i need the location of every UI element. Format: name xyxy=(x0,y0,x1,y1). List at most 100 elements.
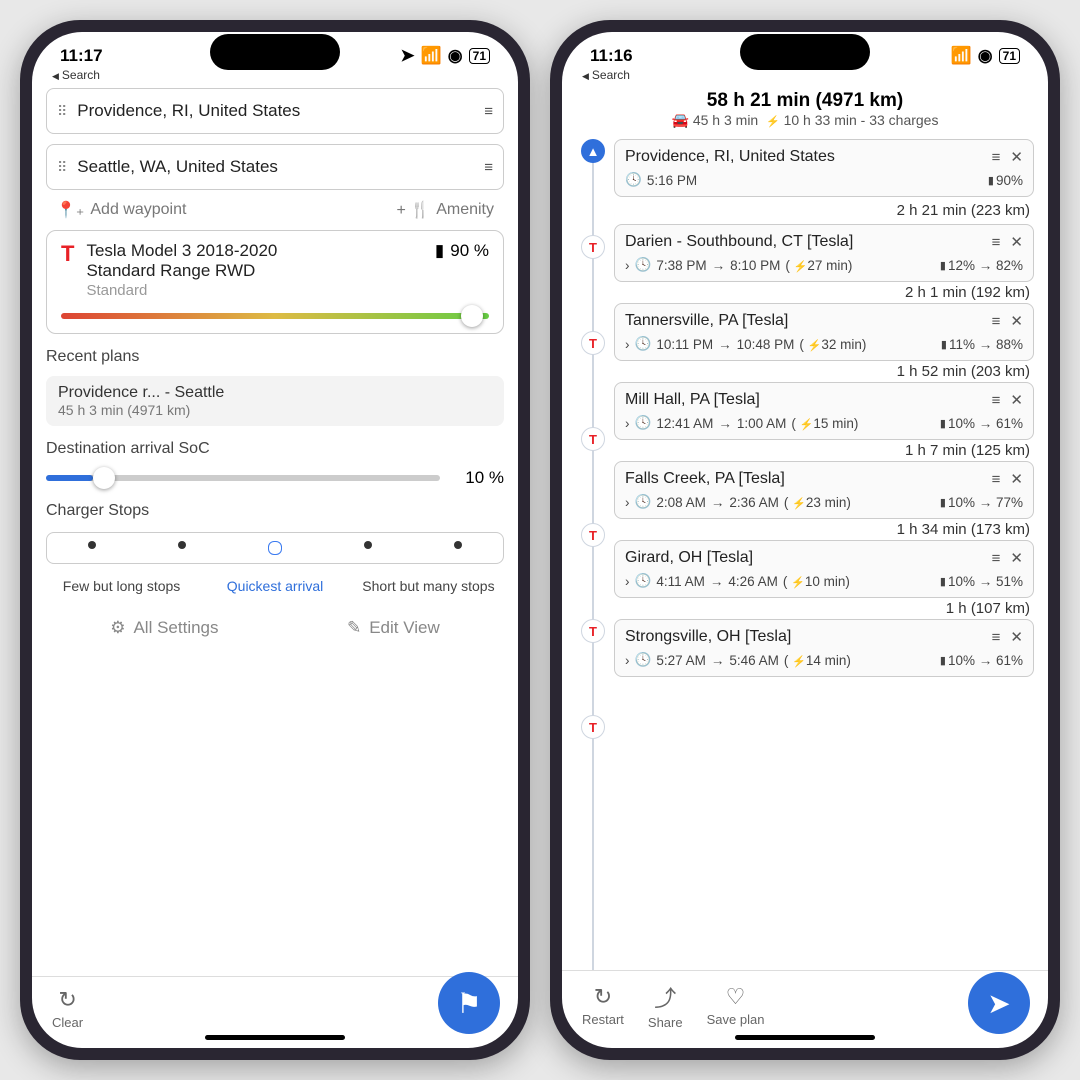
status-time: 11:16 xyxy=(590,46,633,66)
close-icon[interactable]: ✕ xyxy=(1010,233,1023,251)
stop-card[interactable]: Girard, OH [Tesla]≡✕›🕓4:11 AM→4:26 AM( 1… xyxy=(614,540,1034,598)
sliders-icon[interactable]: ≡ xyxy=(992,392,1001,409)
stop-card[interactable]: Falls Creek, PA [Tesla]≡✕›🕓2:08 AM→2:36 … xyxy=(614,461,1034,519)
battery-icon: 71 xyxy=(999,48,1020,64)
close-icon[interactable]: ✕ xyxy=(1010,391,1023,409)
clock-icon: 🕓 xyxy=(635,573,652,589)
close-icon[interactable]: ✕ xyxy=(1010,312,1023,330)
vehicle-name-l1: Tesla Model 3 2018-2020 xyxy=(86,241,422,261)
sliders-icon[interactable]: ≡ xyxy=(992,234,1001,251)
stop-card[interactable]: Mill Hall, PA [Tesla]≡✕›🕓12:41 AM→1:00 A… xyxy=(614,382,1034,440)
bolt-icon xyxy=(791,574,805,589)
chevron-right-icon[interactable]: › xyxy=(625,653,630,668)
vehicle-card[interactable]: T Tesla Model 3 2018-2020 Standard Range… xyxy=(46,230,504,334)
stop-card[interactable]: Strongsville, OH [Tesla]≡✕›🕓5:27 AM→5:46… xyxy=(614,619,1034,677)
timeline-charger-icon: T xyxy=(581,331,605,355)
battery-icon xyxy=(988,173,996,188)
slider-thumb[interactable] xyxy=(461,305,483,327)
depart-time: 8:10 PM xyxy=(730,258,780,273)
timeline-charger-icon: T xyxy=(581,235,605,259)
amenity-icon: + 🍴 xyxy=(396,200,430,220)
sliders-icon[interactable]: ≡ xyxy=(992,313,1001,330)
share-button[interactable]: ⤴ Share xyxy=(648,981,683,1030)
depart-time: 4:26 AM xyxy=(728,574,778,589)
share-icon: ⤴ xyxy=(654,981,676,1013)
segment-option[interactable] xyxy=(454,541,462,549)
close-icon[interactable]: ✕ xyxy=(1010,549,1023,567)
car-icon: 🚘 xyxy=(672,112,689,128)
all-settings-button[interactable]: ⚙ All Settings xyxy=(110,618,218,638)
summary-total: 58 h 21 min (4971 km) xyxy=(562,90,1048,112)
restart-icon: ↻ xyxy=(58,987,76,1013)
heart-icon: ♡ xyxy=(726,984,746,1010)
status-time: 11:17 xyxy=(60,46,103,66)
close-icon[interactable]: ✕ xyxy=(1010,470,1023,488)
sliders-icon[interactable]: ≡ xyxy=(992,471,1001,488)
close-icon[interactable]: ✕ xyxy=(1010,628,1023,646)
depart-pct: 90% xyxy=(996,173,1023,188)
stop-card[interactable]: Darien - Southbound, CT [Tesla]≡✕›🕓7:38 … xyxy=(614,224,1034,282)
sliders-icon[interactable]: ≡ xyxy=(992,550,1001,567)
clock-icon: 🕓 xyxy=(635,494,652,510)
recent-plan-card[interactable]: Providence r... - Seattle 45 h 3 min (49… xyxy=(46,376,504,426)
destination-text: Seattle, WA, United States xyxy=(77,157,474,177)
add-amenity-button[interactable]: + 🍴 Amenity xyxy=(396,200,494,220)
destination-row[interactable]: ⠿ Seattle, WA, United States ≡ xyxy=(46,144,504,190)
bolt-icon xyxy=(792,495,806,510)
depart-time: 2:36 AM xyxy=(729,495,779,510)
segment-option[interactable] xyxy=(178,541,186,549)
origin-row[interactable]: ⠿ Providence, RI, United States ≡ xyxy=(46,88,504,134)
battery-icon xyxy=(940,416,948,431)
leg-info: 1 h 34 min (173 km) xyxy=(614,519,1034,540)
chevron-right-icon[interactable]: › xyxy=(625,574,630,589)
sliders-icon[interactable]: ≡ xyxy=(484,159,493,176)
add-waypoint-button[interactable]: 📍₊ Add waypoint xyxy=(56,200,186,220)
arrive-time: 7:38 PM xyxy=(656,258,706,273)
notch xyxy=(210,34,340,70)
charger-stops-segment[interactable] xyxy=(46,532,504,564)
signal-icon: 📶 xyxy=(951,46,972,66)
home-indicator[interactable] xyxy=(735,1035,875,1040)
stop-name: Strongsville, OH [Tesla] xyxy=(625,628,982,646)
save-plan-button[interactable]: ♡ Save plan xyxy=(707,984,765,1027)
slider-thumb[interactable] xyxy=(93,467,115,489)
chevron-right-icon[interactable]: › xyxy=(625,337,630,352)
arrival-soc-slider[interactable] xyxy=(46,475,440,481)
back-to-search[interactable]: Search xyxy=(32,68,518,88)
battery-icon: 71 xyxy=(469,48,490,64)
clock-icon: 🕓 xyxy=(635,415,652,431)
soc-slider[interactable] xyxy=(61,313,489,319)
stop-card[interactable]: Tannersville, PA [Tesla]≡✕›🕓10:11 PM→10:… xyxy=(614,303,1034,361)
clear-button[interactable]: ↻ Clear xyxy=(52,987,83,1030)
segment-label-left: Few but long stops xyxy=(46,578,197,594)
chevron-right-icon[interactable]: › xyxy=(625,495,630,510)
stop-name: Falls Creek, PA [Tesla] xyxy=(625,470,982,488)
origin-text: Providence, RI, United States xyxy=(77,101,474,121)
stop-card-origin[interactable]: Providence, RI, United States ≡ ✕ 🕓 5:16… xyxy=(614,139,1034,197)
drag-handle-icon[interactable]: ⠿ xyxy=(57,103,67,120)
recent-plan-title: Providence r... - Seattle xyxy=(58,384,492,402)
sliders-icon[interactable]: ≡ xyxy=(992,629,1001,646)
pencil-icon: ✎ xyxy=(347,618,361,638)
home-indicator[interactable] xyxy=(205,1035,345,1040)
gear-icon: ⚙ xyxy=(110,618,125,638)
plan-route-fab[interactable]: ⚑ xyxy=(438,972,500,1034)
wifi-icon: ◉ xyxy=(448,46,463,66)
bolt-icon xyxy=(792,653,806,668)
segment-option[interactable] xyxy=(88,541,96,549)
sliders-icon[interactable]: ≡ xyxy=(992,149,1001,166)
chevron-right-icon[interactable]: › xyxy=(625,416,630,431)
close-icon[interactable]: ✕ xyxy=(1010,148,1023,166)
restart-button[interactable]: ↻ Restart xyxy=(582,984,624,1027)
back-to-search[interactable]: Search xyxy=(562,68,1048,88)
leg-info: 1 h (107 km) xyxy=(614,598,1034,619)
drag-handle-icon[interactable]: ⠿ xyxy=(57,159,67,176)
navigate-fab[interactable]: ➤ xyxy=(968,972,1030,1034)
segment-option[interactable] xyxy=(364,541,372,549)
edit-view-button[interactable]: ✎ Edit View xyxy=(347,618,440,638)
chevron-right-icon[interactable]: › xyxy=(625,258,630,273)
recent-plans-label: Recent plans xyxy=(46,348,504,366)
segment-option-selected[interactable] xyxy=(268,541,282,555)
sliders-icon[interactable]: ≡ xyxy=(484,103,493,120)
phone-right: 11:16 📶 ◉ 71 Search 58 h 21 min (4971 km… xyxy=(550,20,1060,1060)
